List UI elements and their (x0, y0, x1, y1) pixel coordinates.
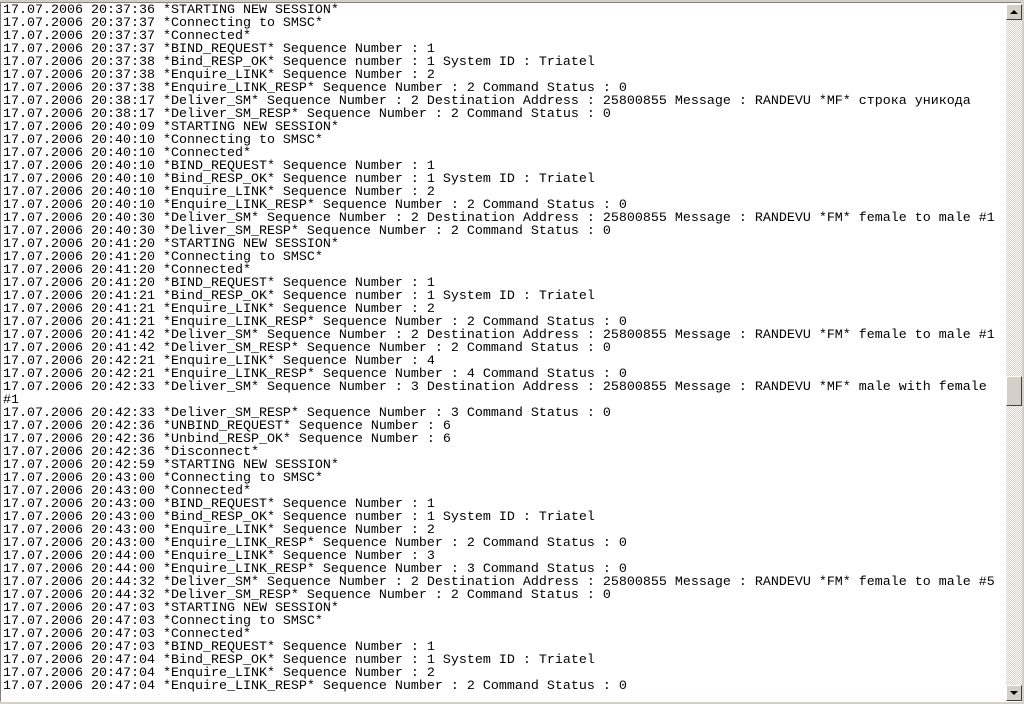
log-line: 17.07.2006 20:42:33 *Deliver_SM* Sequenc… (3, 380, 995, 408)
scroll-up-button[interactable] (1006, 4, 1022, 20)
arrow-up-icon (1010, 10, 1018, 14)
log-text-area[interactable]: 17.07.2006 20:37:36 *STARTING NEW SESSIO… (0, 2, 1022, 702)
log-line: 17.07.2006 20:47:04 *Enquire_LINK_RESP* … (3, 679, 627, 694)
arrow-down-icon (1010, 691, 1018, 695)
vertical-scrollbar[interactable] (1006, 4, 1022, 701)
log-content: 17.07.2006 20:37:36 *STARTING NEW SESSIO… (3, 4, 1003, 693)
scroll-down-button[interactable] (1006, 685, 1022, 701)
scrollbar-thumb[interactable] (1006, 375, 1022, 406)
